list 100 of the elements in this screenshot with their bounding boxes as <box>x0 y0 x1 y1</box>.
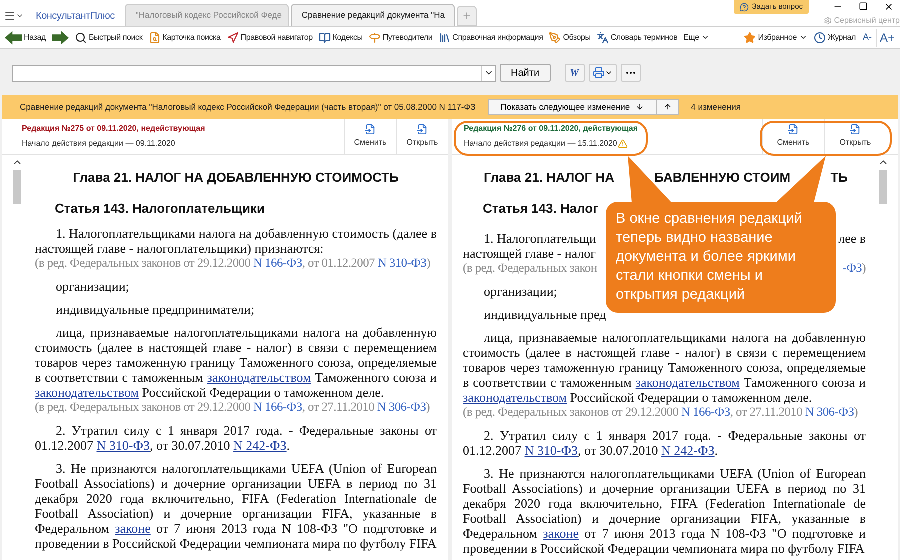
chapter-heading: ТЬ <box>830 169 848 187</box>
changes-count: 4 изменения <box>691 100 741 114</box>
document-icon <box>850 124 861 135</box>
forward-arrow-icon[interactable] <box>52 30 69 44</box>
link[interactable]: N 306-ФЗ <box>377 400 426 414</box>
link[interactable]: законодательством <box>35 385 140 400</box>
link[interactable]: N 306-ФЗ <box>805 405 854 419</box>
star-icon <box>744 32 756 44</box>
paragraph: организации; <box>483 284 558 299</box>
paragraph: лица, признаваемые налогоплательщиками налога на добавленную стоимость (далее в настоящей главе - налог) в связи с перемещением товаров через таможенную границу Таможенного союза, определяемые в соответствии с таможенным законодательством Таможенного союза и законодательством Российской Федерации о таможенном деле. <box>463 330 866 405</box>
link[interactable]: законе <box>115 521 151 536</box>
font-larger-button[interactable]: A+ <box>876 28 898 46</box>
link[interactable]: законе <box>543 526 579 541</box>
dictionary-icon <box>596 32 609 44</box>
header-button[interactable]: Открыть <box>824 119 886 154</box>
search-card-icon <box>148 32 161 44</box>
search-icon <box>74 32 87 44</box>
search-field[interactable] <box>12 64 496 82</box>
plus-icon <box>462 11 472 21</box>
link[interactable]: N 310-ФЗ <box>524 443 578 458</box>
tab[interactable]: Сравнение редакций документа "На <box>290 4 455 26</box>
paragraph: 1. Налогоплательщи <box>484 231 596 246</box>
header-button[interactable]: Сменить <box>344 119 396 154</box>
article-heading: Статья 143. Налог <box>483 200 599 218</box>
clock-icon <box>814 32 826 44</box>
link[interactable]: N 242-ФЗ <box>234 438 287 453</box>
comparison-title: Сравнение редакций документа "Налоговый кодекс Российской Федерации (часть вторая)" от 05.08.2000 N 117-ФЗ <box>20 100 476 114</box>
article-heading: Статья 143. Налогоплательщики <box>54 200 266 218</box>
toolbar-button[interactable]: Словарь терминов <box>594 28 681 48</box>
chapter-heading: БАВЛЕННУЮ СТОИМ <box>654 169 791 187</box>
scrollbar-thumb[interactable] <box>13 170 21 204</box>
toolbar-button[interactable]: Еще <box>680 28 714 48</box>
book-icon <box>318 32 331 44</box>
paragraph: 2. Утратил силу с 1 января 2017 года. - Федеральные законы от 01.12.2007 N 310-ФЗ, от 30.07.2010 N 242-ФЗ. <box>35 423 437 453</box>
up-arrow-icon <box>664 103 672 111</box>
toolbar-button[interactable]: Журнал <box>810 28 859 48</box>
revision-start-date: Начало действия редакции — 09.11.2020 <box>22 138 176 150</box>
toolbar-button[interactable]: Кодексы <box>316 28 366 48</box>
paragraph: индивидуальные пред <box>484 307 606 322</box>
menu-icon <box>4 10 16 22</box>
amendment-note: (в ред. Федеральных законов от 29.12.2000 N 166-ФЗ, от 27.11.2010 N 306-ФЗ) <box>35 400 432 415</box>
find-button[interactable]: Найти <box>500 64 551 82</box>
word-export-button[interactable]: W <box>564 64 585 82</box>
link[interactable]: N 166-ФЗ <box>254 256 302 270</box>
header-button[interactable]: Открыть <box>396 119 448 154</box>
link[interactable]: законодательством <box>636 375 740 390</box>
link[interactable]: законодательством <box>207 370 312 385</box>
maximize-icon[interactable] <box>859 2 868 11</box>
question-icon <box>740 2 750 12</box>
paragraph: 3. Не признаются налогоплательщиками UEFA (Union of European Football Associations) и дочерние организации UEFA в период по 31 декабря 2020 года включительно, FIFA (Federation Internationale de Football Association) и дочерние организации FIFA, указанные в Федеральном законе от 7 июня 2013 года N 108-ФЗ "О подготовке и проведении в Российской Федерации чемпионата мира по футболу FIFA <box>35 461 437 551</box>
paragraph: индивидуальные предприниматели; <box>55 302 255 317</box>
toolbar-button[interactable]: Карточка поиска <box>146 28 224 48</box>
link[interactable]: -ФЗ <box>842 261 862 275</box>
link[interactable]: N 310-ФЗ <box>96 438 150 453</box>
link[interactable]: законодательством <box>463 390 568 405</box>
amendment-note: -ФЗ) <box>842 261 866 276</box>
link[interactable]: N 310-ФЗ <box>378 256 427 270</box>
revision-title: Редакция №275 от 09.11.2020, недействующая <box>22 123 206 135</box>
previous-change-button[interactable] <box>657 99 680 115</box>
document-icon <box>365 124 376 135</box>
chapter-heading: Глава 21. НАЛОГ НА <box>484 169 614 187</box>
amendment-note: (в ред. Федеральных законов от 29.12.2000 N 166-ФЗ, от 27.11.2010 N 306-ФЗ) <box>463 405 860 420</box>
paragraph: лее в <box>838 231 866 246</box>
link[interactable]: N 166-ФЗ <box>254 400 302 414</box>
paragraph: организации; <box>55 279 130 294</box>
more-button[interactable] <box>620 64 641 82</box>
document-icon <box>788 124 799 135</box>
toolbar-button[interactable]: Путеводители <box>366 28 436 48</box>
paragraph: 1. Налогоплательщиками налога на добавленную стоимость (далее в настоящей главе - налогоплательщики) признаются: <box>35 226 437 256</box>
printer-icon <box>592 67 605 79</box>
document-icon <box>417 124 428 135</box>
link[interactable]: N 166-ФЗ <box>682 405 730 419</box>
toolbar-button[interactable]: Правовой навигатор <box>224 28 316 48</box>
scrollbar-thumb[interactable] <box>879 170 887 204</box>
paragraph: 2. Утратил силу с 1 января 2017 года. - Федеральные законы от 01.12.2007 N 310-ФЗ, от 30.07.2010 N 242-ФЗ. <box>463 428 866 458</box>
chapter-heading: Глава 21. НАЛОГ НА ДОБАВЛЕННУЮ СТОИМОСТЬ <box>72 169 400 187</box>
font-smaller-button[interactable]: A- <box>858 30 876 44</box>
toolbar-button[interactable]: Избранное <box>741 28 811 48</box>
caret-icon <box>604 69 613 77</box>
toolbar-button[interactable]: Быстрый поиск <box>72 28 146 48</box>
toolbar-button[interactable]: Обзоры <box>546 28 594 48</box>
header-button[interactable]: Сменить <box>762 119 824 154</box>
print-button[interactable] <box>588 64 617 82</box>
next-change-button[interactable]: Показать следующее изменение <box>488 99 658 115</box>
logo: КонсультантПлюс <box>35 10 116 24</box>
caret-icon <box>16 12 24 20</box>
revision-title: Редакция №276 от 09.11.2020, действующая <box>464 123 639 135</box>
back-arrow-icon[interactable] <box>5 30 22 44</box>
toolbar-button[interactable]: Справочная информация <box>436 28 546 48</box>
revision-start-date: Начало действия редакции — 15.11.2020 <box>464 138 618 150</box>
settings-icon <box>824 17 832 25</box>
toolbar-button[interactable]: Назад <box>2 28 49 48</box>
link[interactable]: N 242-ФЗ <box>662 443 715 458</box>
callout: В окне сравнения редакций теперь видно название документа и более яркими стали кнопки смены и открытия редакций <box>606 202 836 313</box>
close-icon[interactable] <box>884 2 894 12</box>
signpost-icon <box>368 32 381 44</box>
amendment-note: (в ред. Федеральных закон <box>463 261 598 276</box>
paragraph: настоящей главе - налог <box>463 246 596 261</box>
paragraph: лица, признаваемые налогоплательщиками налога на добавленную стоимость (далее в настоящей главе - налог) в связи с перемещением товаров через таможенную границу Таможенного союза, определяемые в соответствии с таможенным законодательством Таможенного союза и законодательством Российской Федерации о таможенном деле. <box>35 325 437 400</box>
paragraph: 3. Не признаются налогоплательщиками UEFA (Union of European Football Associations) и дочерние организации UEFA в период по 31 декабря 2020 года включительно, FIFA (Federation Internationale de Football Association) и дочерние организации FIFA, указанные в Федеральном законе от 7 июня 2013 года N 108-ФЗ "О подготовке и проведении в Российской Федерации чемпионата мира по футболу FIFA <box>463 466 866 556</box>
